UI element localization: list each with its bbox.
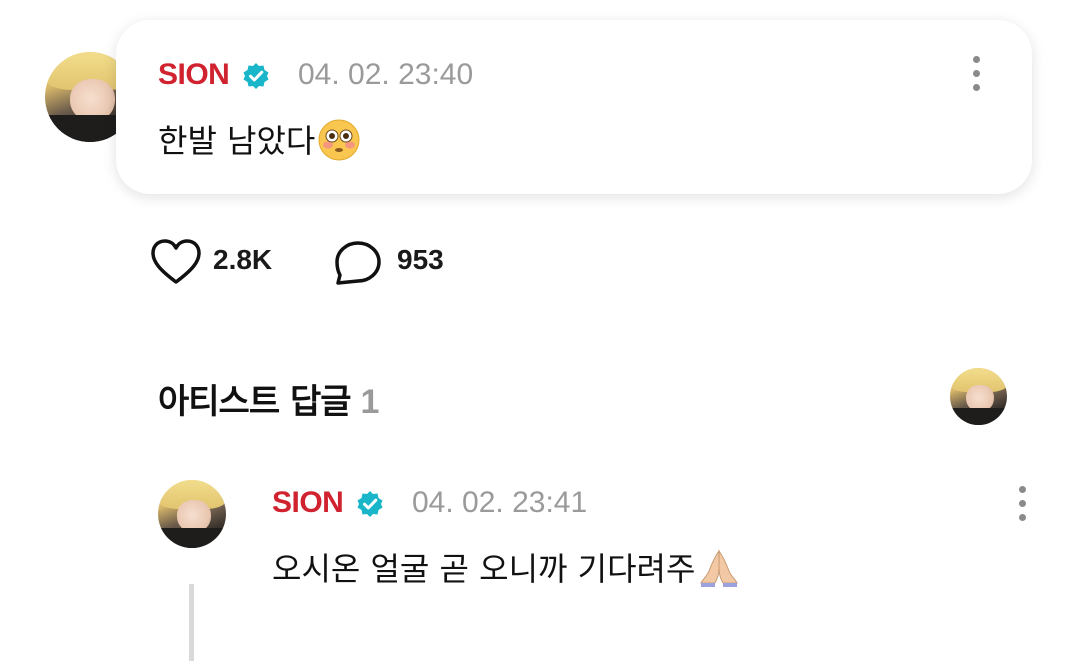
like-heart-icon[interactable] xyxy=(150,238,202,286)
reply-timestamp: 04. 02. 23:41 xyxy=(412,486,588,519)
reply-message-row: 오시온 얼굴 곧 오니까 기다려주 xyxy=(272,544,741,590)
post-username[interactable]: SION xyxy=(158,58,230,92)
folded-hands-emoji-icon xyxy=(700,549,739,587)
reply-username[interactable]: SION xyxy=(272,486,344,520)
comment-bubble-icon[interactable] xyxy=(334,240,382,286)
post-timestamp: 04. 02. 23:40 xyxy=(298,58,474,91)
reply-verified-badge-icon xyxy=(357,491,383,517)
post-message-row: 한발 남았다 xyxy=(158,116,361,162)
post-page: SION 04. 02. 23:40 한발 남았다 2.8K 953 아티스트 … xyxy=(0,0,1080,661)
verified-badge-icon xyxy=(243,63,269,89)
like-count: 2.8K xyxy=(213,244,273,275)
artist-replies-count: 1 xyxy=(360,383,380,421)
reply-message-text: 오시온 얼굴 곧 오니까 기다려주 xyxy=(272,550,696,588)
post-more-options-icon[interactable] xyxy=(970,56,982,92)
post-message-text: 한발 남았다 xyxy=(158,122,316,160)
post-card: SION 04. 02. 23:40 한발 남았다 xyxy=(116,20,1032,194)
thread-line xyxy=(189,584,194,661)
artist-reply-avatar-small[interactable] xyxy=(950,368,1007,425)
artist-replies-header: 아티스트 답글 1 xyxy=(158,374,380,423)
reply-more-options-icon[interactable] xyxy=(1016,486,1028,522)
comment-count: 953 xyxy=(397,244,444,275)
artist-replies-title: 아티스트 답글 xyxy=(158,382,352,422)
flushed-face-emoji-icon xyxy=(318,119,360,161)
reply-author-avatar[interactable] xyxy=(158,480,226,548)
